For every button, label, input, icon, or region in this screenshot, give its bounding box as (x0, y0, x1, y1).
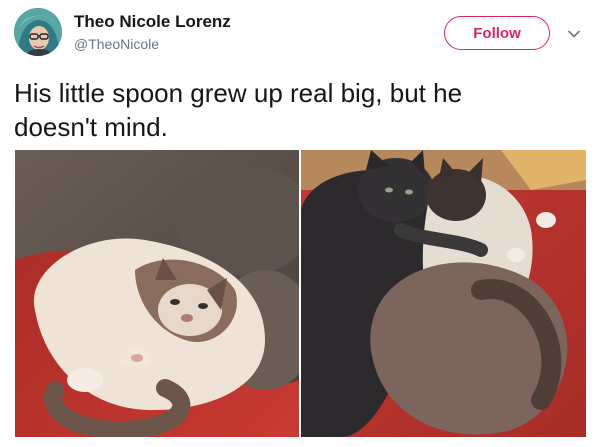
tweet-photo-right[interactable] (301, 150, 586, 437)
cat-photo-right (301, 150, 586, 437)
tweet-text: His little spoon grew up real big, but h… (14, 76, 586, 144)
follow-button[interactable]: Follow (444, 16, 550, 50)
cat-photo-left (15, 150, 299, 437)
author-handle[interactable]: @TheoNicole (74, 36, 159, 52)
avatar-photo (14, 8, 62, 56)
author-display-name[interactable]: Theo Nicole Lorenz (74, 12, 231, 32)
author-avatar[interactable] (14, 8, 62, 56)
tweet-text-line-2: doesn't mind. (14, 112, 168, 142)
tweet-card: Theo Nicole Lorenz @TheoNicole Follow Hi… (0, 0, 600, 447)
tweet-photo-left[interactable] (15, 150, 299, 437)
tweet-text-line-1: His little spoon grew up real big, but h… (14, 78, 463, 108)
chevron-down-icon[interactable] (566, 26, 582, 42)
